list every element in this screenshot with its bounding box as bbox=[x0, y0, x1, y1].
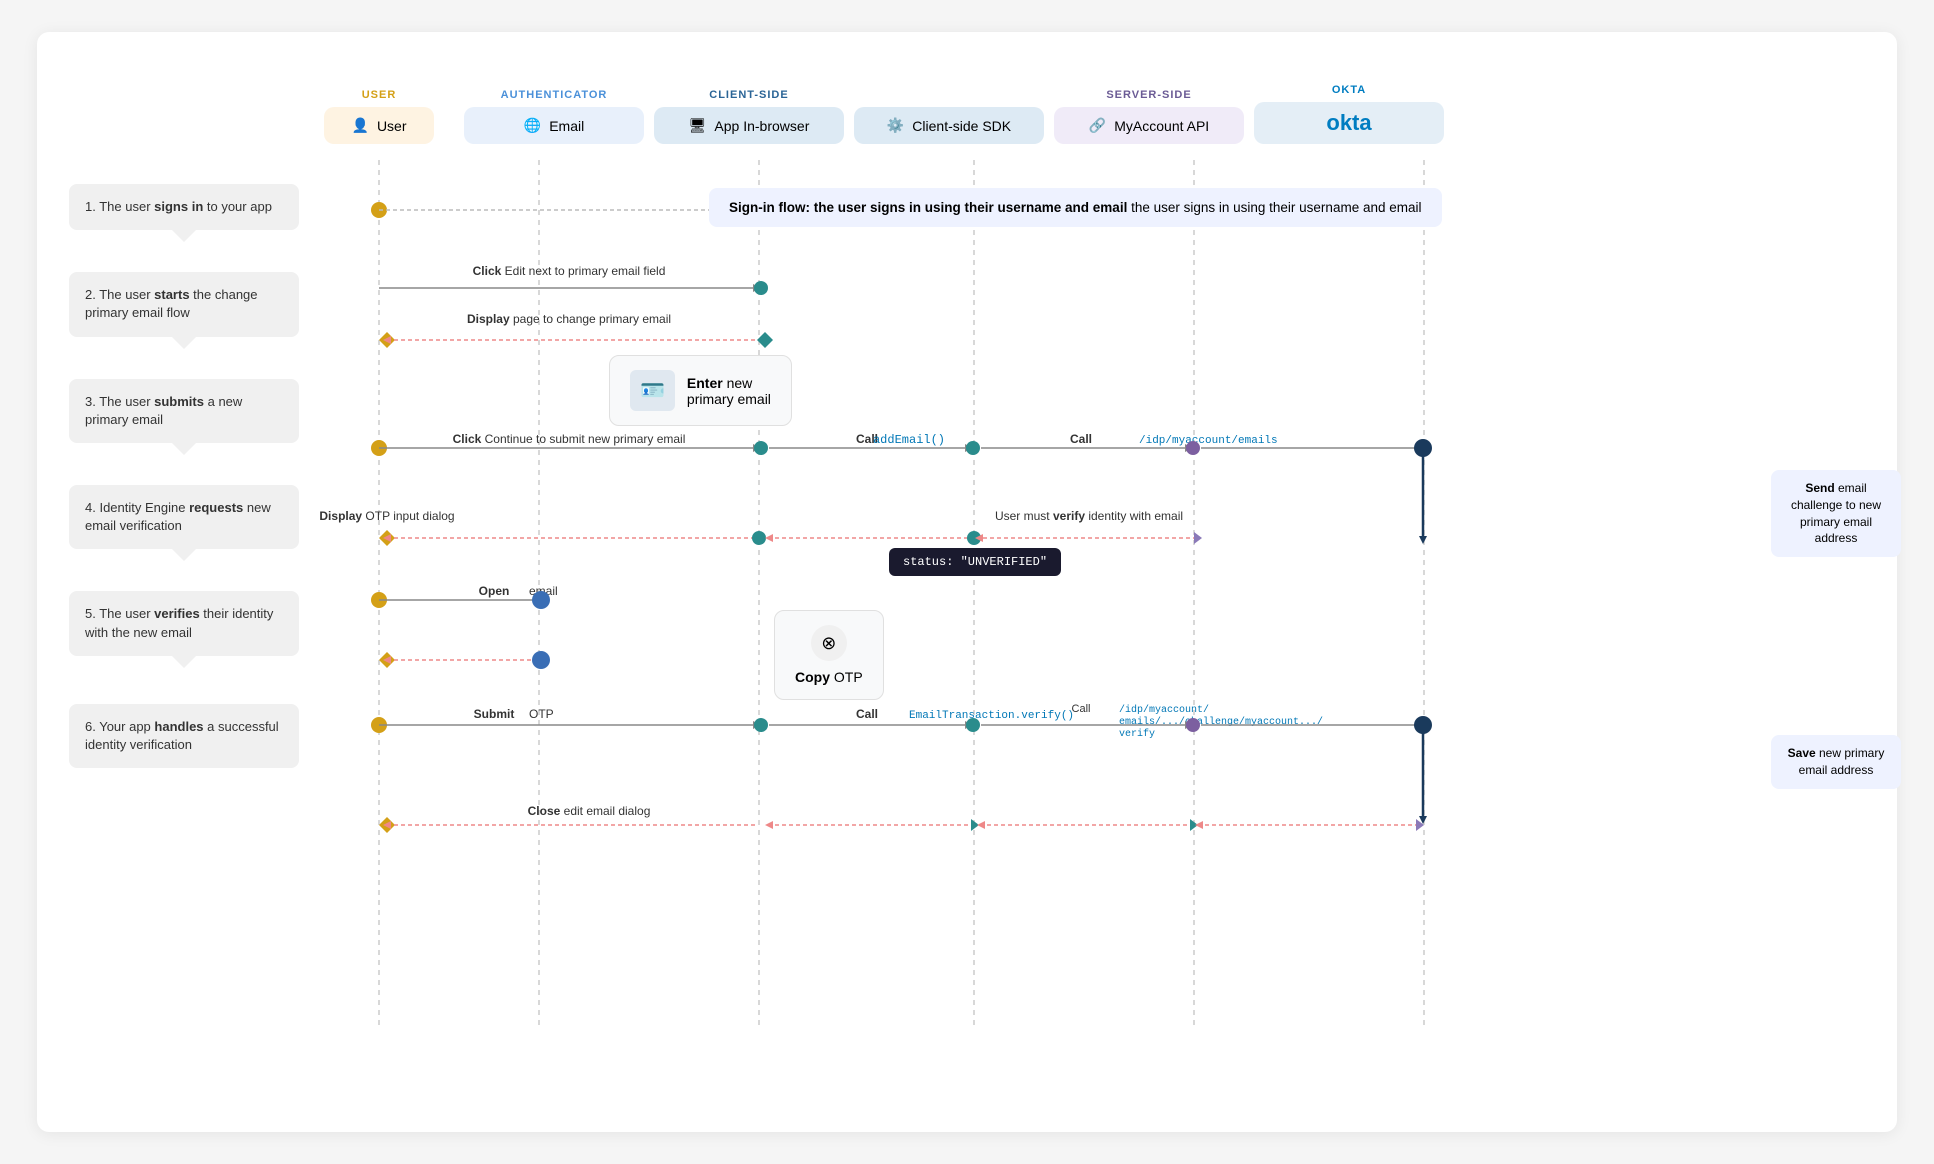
col-api-card: 🔗 MyAccount API bbox=[1054, 107, 1244, 144]
svg-text:/idp/myaccount/: /idp/myaccount/ bbox=[1119, 704, 1209, 716]
col-sdk: ⚙️ Client-side SDK bbox=[849, 101, 1049, 144]
copy-otp-box: ⊗ Copy OTP bbox=[774, 610, 884, 700]
col-auth-label: AUTHENTICATOR bbox=[501, 89, 608, 101]
col-sdk-card: ⚙️ Client-side SDK bbox=[854, 107, 1044, 144]
form-icon: 🪪 bbox=[630, 370, 675, 411]
svg-text:emails/.../challenge/myaccount: emails/.../challenge/myaccount.../ bbox=[1119, 716, 1323, 728]
main-container: 1. The user signs in to your app 2. The … bbox=[37, 32, 1897, 1132]
unverified-status-box: status: "UNVERIFIED" bbox=[889, 548, 1061, 576]
monitor-icon: 🖥 bbox=[689, 117, 707, 134]
column-headers: USER 👤 User AUTHENTICATOR 🌐 Email CLIENT… bbox=[319, 64, 1919, 144]
user-icon: 👤 bbox=[352, 117, 369, 134]
sequence-svg: Click Edit next to primary email field D… bbox=[319, 160, 1919, 1030]
enter-email-box: 🪪 Enter newprimary email bbox=[609, 355, 792, 426]
signin-flow-box: Sign-in flow: the user signs in using th… bbox=[709, 188, 1442, 227]
svg-text:Click Edit next to: Click Edit next to primary email field bbox=[473, 264, 666, 278]
svg-text:Close edit email dialog: Close edit email dialog bbox=[528, 804, 651, 818]
step1-label: 1. The user signs in to your app bbox=[69, 184, 299, 230]
step2-label: 2. The user starts the change primary em… bbox=[69, 272, 299, 336]
svg-text:Click Continue to s: Click Continue to submit new primary ema… bbox=[453, 432, 686, 446]
copy-icon: ⊗ bbox=[811, 625, 847, 661]
svg-text:Open: Open bbox=[479, 584, 510, 598]
step3-label: 3. The user submits a new primary email bbox=[69, 379, 299, 443]
svg-text:OTP: OTP bbox=[529, 707, 554, 721]
col-user-label: USER bbox=[362, 89, 397, 101]
sequence-diagram: USER 👤 User AUTHENTICATOR 🌐 Email CLIENT… bbox=[299, 64, 1919, 1092]
col-user: USER 👤 User bbox=[319, 89, 439, 144]
svg-text:Call: Call bbox=[856, 707, 878, 721]
svg-text:User must verify identity with: User must verify identity with email bbox=[995, 509, 1183, 523]
col-okta: OKTA okta bbox=[1249, 84, 1449, 144]
step4-label: 4. Identity Engine requests new email ve… bbox=[69, 485, 299, 549]
svg-text:addEmail(): addEmail() bbox=[873, 433, 945, 447]
diagram-svg-wrapper: Click Edit next to primary email field D… bbox=[319, 160, 1919, 1035]
svg-text:verify: verify bbox=[1119, 728, 1155, 740]
api-icon: 🔗 bbox=[1089, 117, 1106, 134]
svg-text:Call: Call bbox=[1072, 703, 1091, 715]
sidebar: 1. The user signs in to your app 2. The … bbox=[69, 64, 299, 1092]
save-email-box: Save new primary email address bbox=[1771, 735, 1901, 789]
step6-label: 6. Your app handles a successful identit… bbox=[69, 704, 299, 768]
send-email-box: Send email challenge to new primary emai… bbox=[1771, 470, 1901, 557]
svg-text:Call: Call bbox=[1070, 432, 1092, 446]
col-api: SERVER-SIDE 🔗 MyAccount API bbox=[1049, 89, 1249, 144]
svg-text:Display OTP input dialog: Display OTP input dialog bbox=[319, 509, 454, 523]
svg-text:Display page to cha: Display page to change primary email bbox=[467, 312, 671, 326]
step5-label: 5. The user verifies their identity with… bbox=[69, 591, 299, 655]
col-user-card: 👤 User bbox=[324, 107, 434, 144]
col-api-label: SERVER-SIDE bbox=[1106, 89, 1191, 101]
svg-text:Submit: Submit bbox=[474, 707, 515, 721]
col-client-label: CLIENT-SIDE bbox=[709, 89, 788, 101]
gear-icon: ⚙️ bbox=[887, 117, 904, 134]
col-client: CLIENT-SIDE 🖥 App In-browser bbox=[649, 89, 849, 144]
col-auth: AUTHENTICATOR 🌐 Email bbox=[459, 89, 649, 144]
col-okta-label: OKTA bbox=[1332, 84, 1366, 96]
col-auth-card: 🌐 Email bbox=[464, 107, 644, 144]
globe-icon: 🌐 bbox=[524, 117, 541, 134]
col-okta-card: okta bbox=[1254, 102, 1444, 144]
svg-text:/idp/myaccount/emails: /idp/myaccount/emails bbox=[1139, 435, 1278, 447]
col-client-card: 🖥 App In-browser bbox=[654, 107, 844, 144]
svg-text:EmailTransaction.verify(): EmailTransaction.verify() bbox=[909, 710, 1074, 722]
